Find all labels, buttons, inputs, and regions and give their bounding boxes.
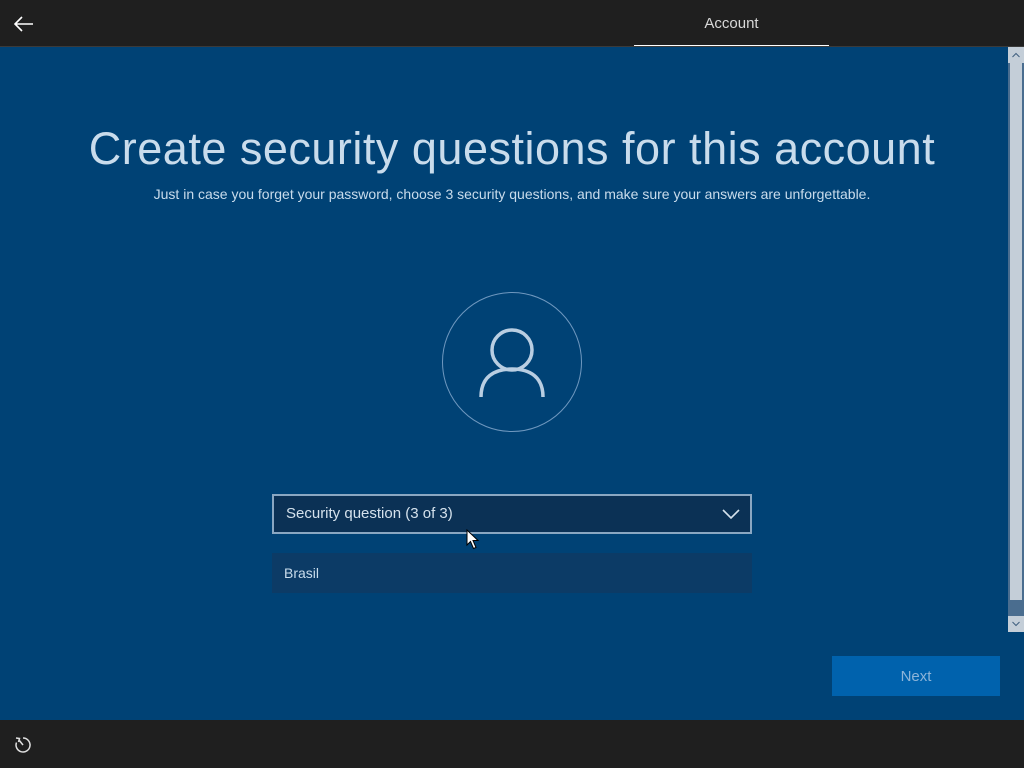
scrollbar[interactable]	[1008, 47, 1024, 632]
page-title: Create security questions for this accou…	[88, 123, 936, 174]
mouse-cursor	[466, 529, 480, 550]
main-panel: Create security questions for this accou…	[0, 47, 1024, 720]
user-icon	[479, 328, 545, 398]
scroll-thumb[interactable]	[1010, 63, 1022, 600]
page-subtitle: Just in case you forget your password, c…	[153, 186, 871, 202]
back-button[interactable]	[8, 8, 40, 40]
avatar	[442, 292, 582, 432]
next-button-label: Next	[900, 667, 932, 685]
security-question-selected: Security question (3 of 3)	[286, 505, 453, 522]
ease-of-access-button[interactable]	[12, 734, 34, 756]
back-arrow-icon	[14, 16, 33, 32]
scroll-down-icon	[1012, 621, 1020, 627]
bottom-bar	[0, 720, 1024, 768]
next-button[interactable]: Next	[832, 656, 1000, 696]
tab-account-label: Account	[704, 15, 759, 32]
tab-account[interactable]: Account	[634, 0, 829, 47]
security-answer-input[interactable]	[272, 553, 752, 593]
top-bar: Account	[0, 0, 1024, 47]
security-question-dropdown[interactable]: Security question (3 of 3)	[272, 494, 752, 534]
scroll-up-icon	[1012, 52, 1020, 58]
scroll-up-button[interactable]	[1008, 47, 1024, 63]
scroll-down-button[interactable]	[1008, 616, 1024, 632]
ease-of-access-icon	[15, 737, 31, 753]
chevron-down-icon	[722, 509, 740, 520]
